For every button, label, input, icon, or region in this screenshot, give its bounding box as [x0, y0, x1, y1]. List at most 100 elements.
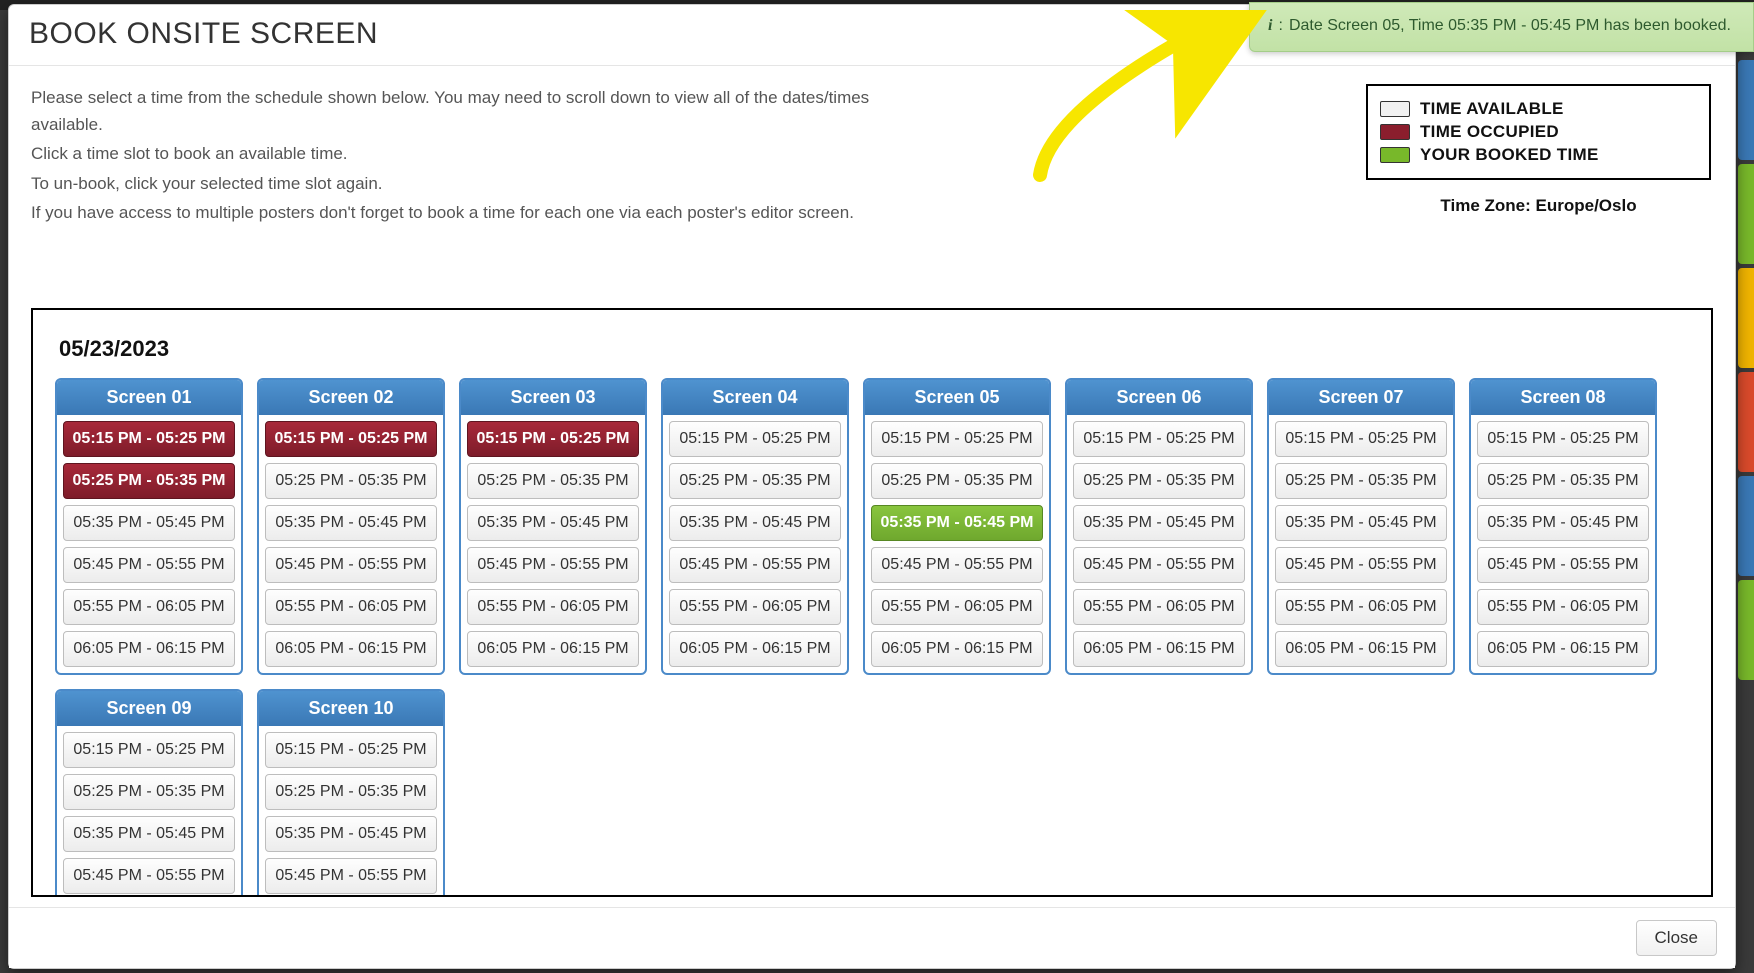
screen-column: Screen 04 05:15 PM - 05:25 PM 05:25 PM - 0…: [661, 378, 849, 675]
screen-column: Screen 0505:15 PM - 05:25 PM05:25 PM - 0…: [863, 378, 1051, 675]
time-slot[interactable]: 05:15 PM - 05:25 PM: [265, 421, 437, 457]
screen-column: Screen 03 05:15 PM - 05:25 PM 05:25 PM - 0…: [459, 378, 647, 675]
background-side-tab: [1738, 60, 1754, 160]
time-slot[interactable]: 05:15 PM - 05:25 PM: [871, 421, 1043, 457]
time-slot[interactable]: 05:45 PM - 05:55 PM: [871, 547, 1043, 583]
screen-header: Screen 02: [259, 380, 443, 415]
time-slot[interactable]: 05:25 PM - 05:35 PM: [265, 463, 437, 499]
slots-list: 05:15 PM - 05:25 PM 05:25 PM - 05:35 PM 05…: [259, 415, 443, 673]
screen-header: Screen 07: [1269, 380, 1453, 415]
slots-list: 05:15 PM - 05:25 PM 05:25 PM - 05:35 PM 05…: [259, 726, 443, 895]
time-slot[interactable]: 05:45 PM - 05:55 PM: [265, 547, 437, 583]
instructions: Please select a time from the schedule s…: [31, 84, 931, 228]
time-slot[interactable]: 05:25 PM - 05:35 PM: [1275, 463, 1447, 499]
time-slot[interactable]: 05:15 PM - 05:25 PM: [669, 421, 841, 457]
legend-booked: YOUR BOOKED TIME: [1380, 145, 1697, 165]
screen-header: Screen 09: [57, 691, 241, 726]
time-slot[interactable]: 05:25 PM - 05:35 PM: [63, 463, 235, 499]
time-slot[interactable]: 05:55 PM - 06:05 PM: [265, 589, 437, 625]
time-slot[interactable]: 05:35 PM - 05:45 PM: [1275, 505, 1447, 541]
swatch-available: [1380, 101, 1410, 117]
info-icon: i: [1268, 17, 1272, 35]
time-slot[interactable]: 05:25 PM - 05:35 PM: [871, 463, 1043, 499]
screen-column: Screen 07 05:15 PM - 05:25 PM 05:25 PM - 0…: [1267, 378, 1455, 675]
background-side-tab: [1738, 164, 1754, 264]
time-slot[interactable]: 06:05 PM - 06:15 PM: [1073, 631, 1245, 667]
slots-list: 05:15 PM - 05:25 PM 05:25 PM - 05:35 PM 05…: [1067, 415, 1251, 673]
legend-available: TIME AVAILABLE: [1380, 99, 1697, 119]
time-slot[interactable]: 05:35 PM - 05:45 PM: [1073, 505, 1245, 541]
time-slot[interactable]: 05:45 PM - 05:55 PM: [63, 858, 235, 894]
time-slot[interactable]: 05:35 PM - 05:45 PM: [871, 505, 1043, 541]
swatch-booked: [1380, 147, 1410, 163]
slots-list: 05:15 PM - 05:25 PM 05:25 PM - 05:35 PM 05…: [663, 415, 847, 673]
time-slot[interactable]: 05:35 PM - 05:45 PM: [669, 505, 841, 541]
time-slot[interactable]: 05:45 PM - 05:55 PM: [467, 547, 639, 583]
screen-header: Screen 03: [461, 380, 645, 415]
instruction-line: If you have access to multiple posters d…: [31, 199, 931, 226]
time-slot[interactable]: 05:15 PM - 05:25 PM: [63, 421, 235, 457]
screen-column: Screen 02 05:15 PM - 05:25 PM 05:25 PM - 0…: [257, 378, 445, 675]
time-slot[interactable]: 06:05 PM - 06:15 PM: [871, 631, 1043, 667]
background-side-tab: [1738, 476, 1754, 576]
time-slot[interactable]: 05:45 PM - 05:55 PM: [63, 547, 235, 583]
schedule-container: 05/23/2023 Screen 0105:15 PM - 05:25 PM0…: [31, 308, 1713, 897]
schedule-date: 05/23/2023: [59, 336, 1693, 362]
screen-header: Screen 04: [663, 380, 847, 415]
time-slot[interactable]: 05:55 PM - 06:05 PM: [1477, 589, 1649, 625]
time-slot[interactable]: 05:35 PM - 05:45 PM: [265, 505, 437, 541]
slots-list: 05:15 PM - 05:25 PM 05:25 PM - 05:35 PM 05…: [1471, 415, 1655, 673]
time-slot[interactable]: 05:25 PM - 05:35 PM: [265, 774, 437, 810]
time-slot[interactable]: 05:15 PM - 05:25 PM: [1073, 421, 1245, 457]
time-slot[interactable]: 05:35 PM - 05:45 PM: [467, 505, 639, 541]
success-toast: i: Date Screen 05, Time 05:35 PM - 05:45…: [1249, 2, 1754, 52]
time-slot[interactable]: 06:05 PM - 06:15 PM: [669, 631, 841, 667]
time-slot[interactable]: 05:25 PM - 05:35 PM: [1477, 463, 1649, 499]
screen-column: Screen 09 05:15 PM - 05:25 PM 05:25 PM - 0…: [55, 689, 243, 895]
time-slot[interactable]: 05:15 PM - 05:25 PM: [1275, 421, 1447, 457]
time-slot[interactable]: 05:45 PM - 05:55 PM: [1275, 547, 1447, 583]
time-slot[interactable]: 05:55 PM - 06:05 PM: [871, 589, 1043, 625]
time-slot[interactable]: 05:55 PM - 06:05 PM: [669, 589, 841, 625]
time-slot[interactable]: 05:15 PM - 05:25 PM: [1477, 421, 1649, 457]
time-slot[interactable]: 05:45 PM - 05:55 PM: [1477, 547, 1649, 583]
time-slot[interactable]: 05:15 PM - 05:25 PM: [467, 421, 639, 457]
time-slot[interactable]: 05:15 PM - 05:25 PM: [63, 732, 235, 768]
time-slot[interactable]: 05:55 PM - 06:05 PM: [1073, 589, 1245, 625]
screen-column: Screen 0605:15 PM - 05:25 PM05:25 PM - 0…: [1065, 378, 1253, 675]
close-button[interactable]: Close: [1636, 920, 1717, 956]
time-slot[interactable]: 05:35 PM - 05:45 PM: [63, 816, 235, 852]
time-slot[interactable]: 05:55 PM - 06:05 PM: [1275, 589, 1447, 625]
time-slot[interactable]: 05:45 PM - 05:55 PM: [265, 858, 437, 894]
screen-column: Screen 10 05:15 PM - 05:25 PM 05:25 PM - 0…: [257, 689, 445, 895]
modal-footer: Close: [9, 907, 1735, 968]
time-slot[interactable]: 05:35 PM - 05:45 PM: [265, 816, 437, 852]
time-slot[interactable]: 05:45 PM - 05:55 PM: [1073, 547, 1245, 583]
time-slot[interactable]: 06:05 PM - 06:15 PM: [265, 631, 437, 667]
time-slot[interactable]: 05:25 PM - 05:35 PM: [1073, 463, 1245, 499]
timezone-label: Time Zone: Europe/Oslo: [1366, 196, 1711, 216]
legend-occupied: TIME OCCUPIED: [1380, 122, 1697, 142]
screen-header: Screen 10: [259, 691, 443, 726]
legend: TIME AVAILABLE TIME OCCUPIED YOUR BOOKED…: [1366, 84, 1711, 180]
time-slot[interactable]: 05:35 PM - 05:45 PM: [63, 505, 235, 541]
instruction-line: To un-book, click your selected time slo…: [31, 170, 931, 197]
time-slot[interactable]: 05:35 PM - 05:45 PM: [1477, 505, 1649, 541]
time-slot[interactable]: 05:55 PM - 06:05 PM: [467, 589, 639, 625]
time-slot[interactable]: 06:05 PM - 06:15 PM: [1477, 631, 1649, 667]
time-slot[interactable]: 06:05 PM - 06:15 PM: [63, 631, 235, 667]
time-slot[interactable]: 06:05 PM - 06:15 PM: [1275, 631, 1447, 667]
schedule-scroll[interactable]: 05/23/2023 Screen 0105:15 PM - 05:25 PM0…: [33, 310, 1711, 895]
background-side-tab: [1738, 372, 1754, 472]
time-slot[interactable]: 05:25 PM - 05:35 PM: [63, 774, 235, 810]
time-slot[interactable]: 05:45 PM - 05:55 PM: [669, 547, 841, 583]
book-onsite-screen-modal: BOOK ONSITE SCREEN Please select a time …: [8, 4, 1736, 969]
background-side-tab: [1738, 580, 1754, 680]
time-slot[interactable]: 05:15 PM - 05:25 PM: [265, 732, 437, 768]
time-slot[interactable]: 05:25 PM - 05:35 PM: [467, 463, 639, 499]
time-slot[interactable]: 06:05 PM - 06:15 PM: [467, 631, 639, 667]
background-side-tab: [1738, 268, 1754, 368]
time-slot[interactable]: 05:55 PM - 06:05 PM: [63, 589, 235, 625]
time-slot[interactable]: 05:25 PM - 05:35 PM: [669, 463, 841, 499]
slots-list: 05:15 PM - 05:25 PM 05:25 PM - 05:35 PM 05…: [1269, 415, 1453, 673]
